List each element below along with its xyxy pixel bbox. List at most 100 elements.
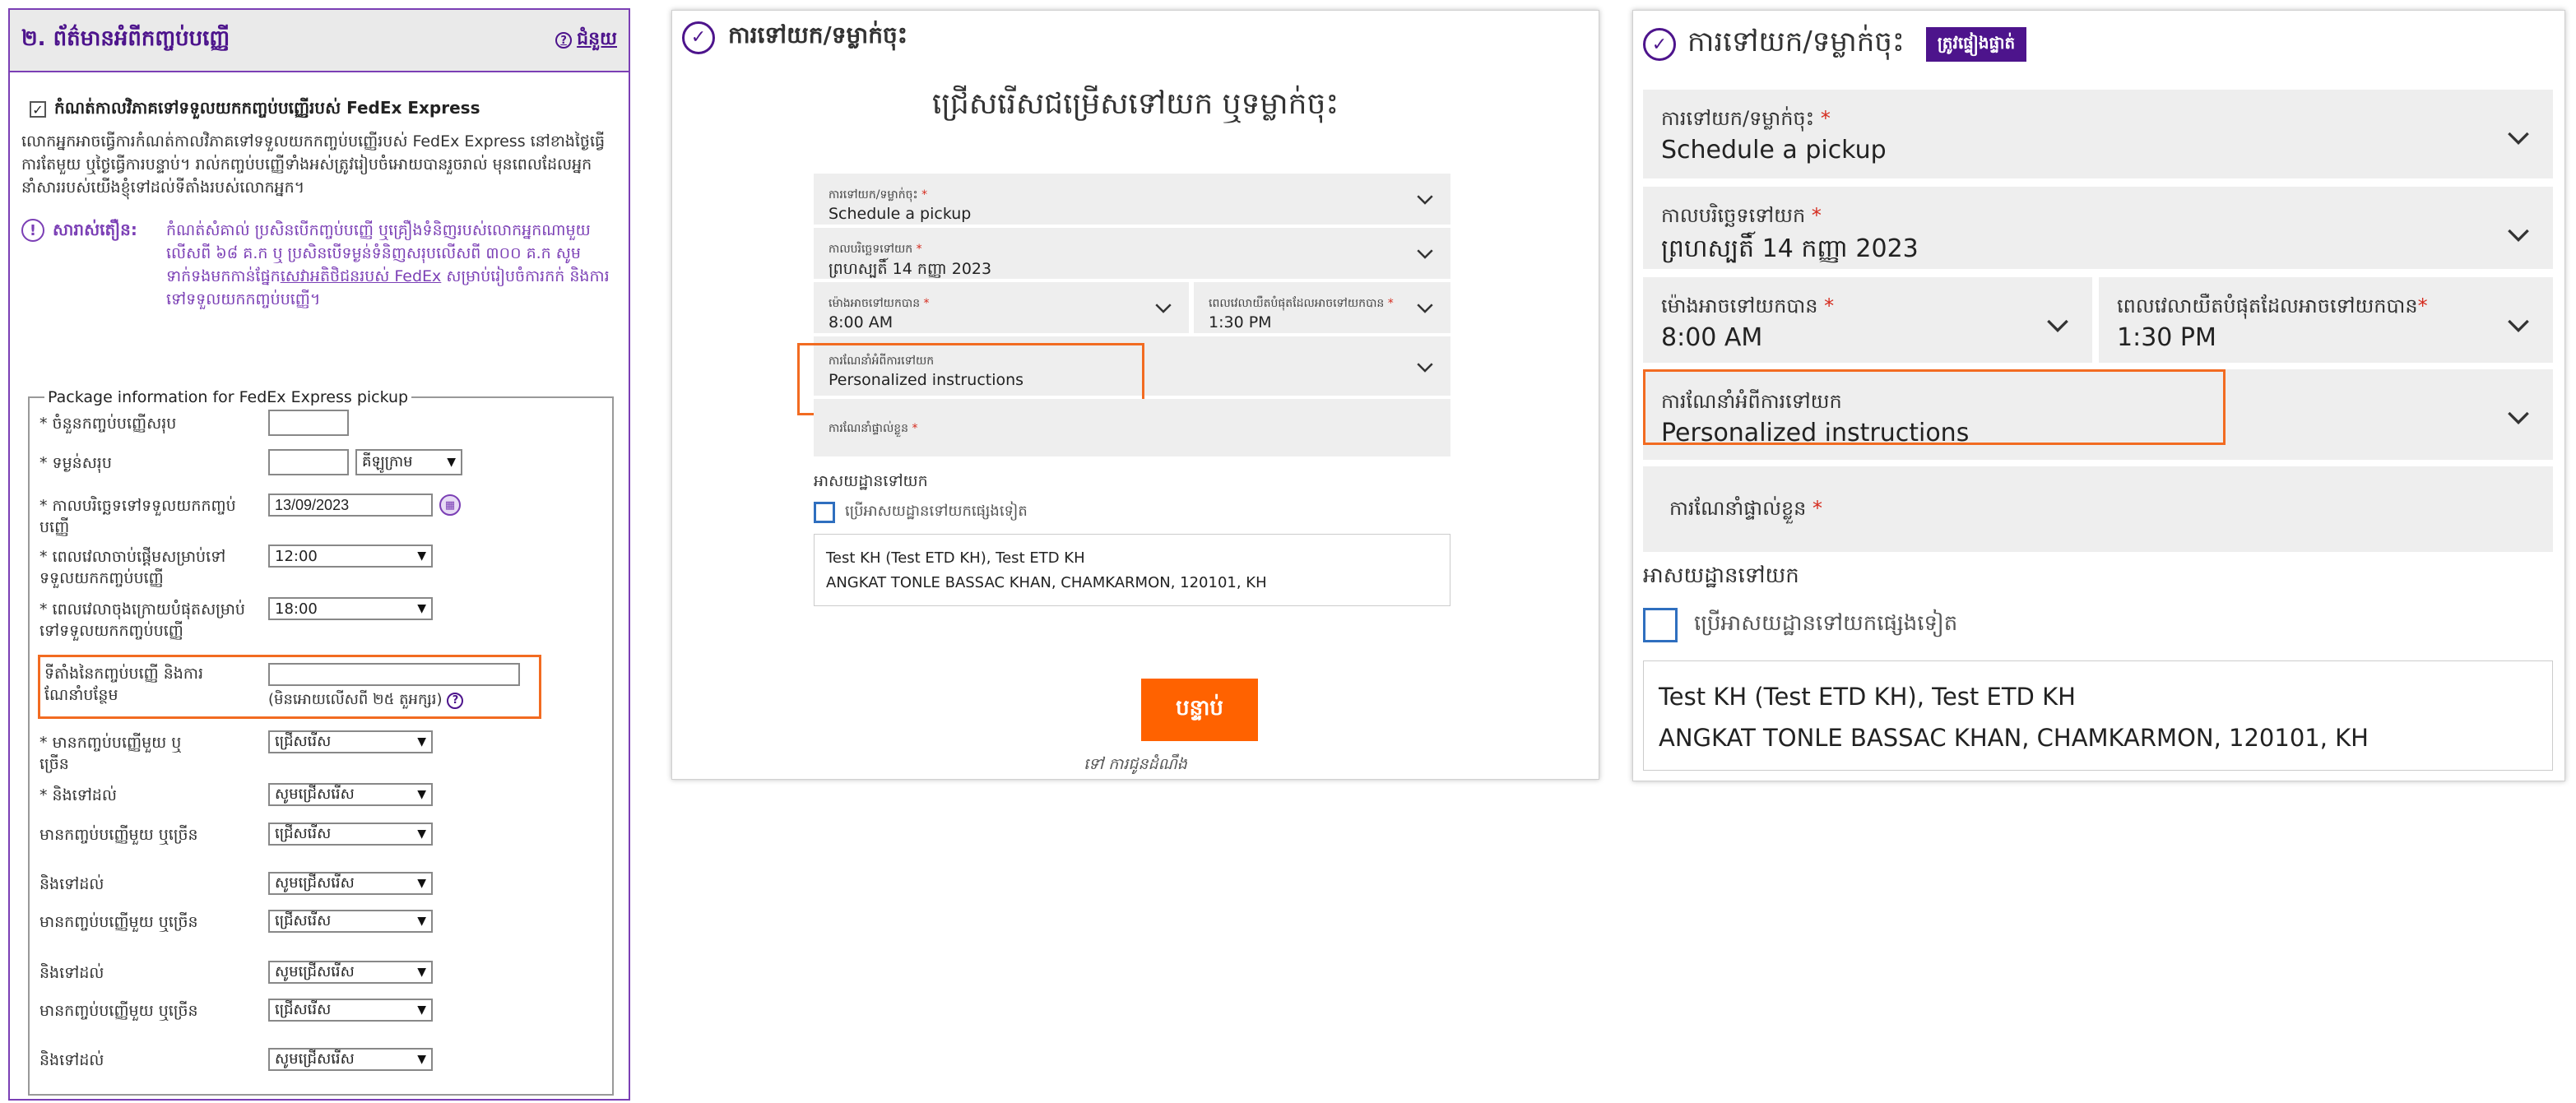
help-label: ជំនួយ (577, 29, 617, 49)
latest-time-select[interactable]: ពេលវេលាយឺតបំផុតដែលអាចទៅយកបាន * 1:30 PM (1194, 282, 1450, 333)
pickup-dropoff-panel: ✓ ការទៅយក/ទម្លាក់ចុះ ជ្រើសរើសជម្រើសទៅយក … (671, 10, 1599, 780)
dest3-label: និងទៅដល់ (39, 964, 104, 982)
field-label: ម៉ោងអាចទៅយកបាន * (1661, 294, 1834, 322)
chevron-down-icon (2508, 229, 2529, 243)
alt-address-label: ប្រើអាសយដ្ឋានទៅយកផ្សេងទៀត (845, 503, 1028, 520)
field-label: ការណែនាំផ្ទាល់ខ្លួន * (828, 420, 918, 438)
total-weight-row: * ទម្ងន់សរុប គីឡូក្រាម ▼ (39, 449, 599, 479)
location-hint-row: (មិនអោយលើសពី ២៥ តួអក្សរ)? (268, 689, 464, 711)
field-label-text: ម៉ោងអាចទៅយកបាន (828, 297, 921, 310)
field-label: កាលបរិច្ឆេទទៅយក * (1661, 203, 1822, 232)
ready-time-select[interactable]: 12:00 ▼ (268, 545, 433, 568)
calendar-icon[interactable]: ▦ (439, 494, 461, 516)
ready-time-select[interactable]: ម៉ោងអាចទៅយកបាន * 8:00 AM (814, 282, 1189, 333)
pickup-date-input[interactable] (268, 494, 433, 517)
address-line-1: Test KH (Test ETD KH), Test ETD KH (1659, 683, 2076, 711)
alt-address-row: ប្រើអាសយដ្ឋានទៅយកផ្សេងទៀត (1643, 608, 1957, 642)
section-title: ២. ព័ត៌មានអំពីកញ្ចប់បញ្ញើ (21, 26, 230, 51)
pickup-dropoff-select[interactable]: ការទៅយក/ទម្លាក់ចុះ * Schedule a pickup (1643, 90, 2553, 178)
field-label-text: កាលបរិច្ឆេទទៅយក (828, 243, 913, 256)
schedule-pickup-row: ✓ កំណត់កាលវិភាគទៅទទួលយកកញ្ចប់បញ្ញើរបស់ F… (30, 97, 629, 122)
alt-address-row: ប្រើអាសយដ្ឋានទៅយកផ្សេងទៀត (814, 501, 1028, 523)
field-value: 8:00 AM (1661, 323, 1763, 352)
chevron-down-icon: ▼ (417, 827, 426, 841)
field-label-text: ពេលវេលាយឺតបំផុតដែលអាចទៅយកបាន (2117, 294, 2418, 317)
customer-service-link[interactable]: សេវាអតិថិជនរបស់ FedEx (281, 267, 442, 285)
personal-instructions-field[interactable]: ការណែនាំផ្ទាល់ខ្លួន * (814, 399, 1450, 456)
warning-text: កំណត់សំគាល់ ប្រសិនបើកញ្ចប់បញ្ញើ ឬគ្រឿងទំ… (166, 219, 615, 311)
pickup-address-box: Test KH (Test ETD KH), Test ETD KH ANGKA… (1643, 660, 2553, 771)
chevron-down-icon: ▼ (417, 788, 426, 801)
field-value: Schedule a pickup (1661, 136, 1887, 165)
latest-time-select[interactable]: ពេលវេលាយឺតបំផុតដែលអាចទៅយកបាន* 1:30 PM (2099, 277, 2553, 363)
field-label: ការទៅយក/ទម្លាក់ចុះ * (1661, 106, 1831, 135)
pkg1-row: * មានកញ្ចប់បញ្ញើមួយ ឬច្រើន ជ្រើសរើស ▼ (39, 730, 599, 780)
pkg4-select[interactable]: ជ្រើសរើស ▼ (268, 999, 433, 1022)
address-line-1: Test KH (Test ETD KH), Test ETD KH (826, 549, 1085, 567)
dest2-select[interactable]: សូមជ្រើសរើស ▼ (268, 872, 433, 895)
pkg1-value: ជ្រើសរើស (275, 732, 332, 750)
location-input[interactable] (268, 663, 520, 686)
total-packages-label: * ចំនួនកញ្ចប់បញ្ញើសរុប (39, 415, 177, 433)
field-label-text: ម៉ោងអាចទៅយកបាន (1661, 294, 1818, 317)
field-label: ពេលវេលាយឺតបំផុតដែលអាចទៅយកបាន * (1209, 295, 1394, 313)
field-label-text: ការទៅយក/ទម្លាក់ចុះ (828, 188, 918, 202)
pickup-address-box: Test KH (Test ETD KH), Test ETD KH ANGKA… (814, 534, 1450, 606)
dest3-select[interactable]: សូមជ្រើសរើស ▼ (268, 961, 433, 984)
location-hint: (មិនអោយលើសពី ២៥ តួអក្សរ) (268, 691, 443, 708)
dest4-select[interactable]: សូមជ្រើសរើស ▼ (268, 1048, 433, 1071)
check-circle-icon: ✓ (682, 21, 715, 54)
exclamation-circle-icon: ! (21, 219, 44, 242)
dest1-label: * និងទៅដល់ (39, 786, 117, 804)
alt-address-checkbox[interactable] (814, 501, 835, 523)
alt-address-checkbox[interactable] (1643, 608, 1678, 642)
chevron-down-icon: ▼ (447, 456, 456, 469)
close-time-select[interactable]: 18:00 ▼ (268, 597, 433, 620)
field-label-text: ការណែនាំផ្ទាល់ខ្លួន (1669, 497, 1807, 520)
field-label-text: ការទៅយក/ទម្លាក់ចុះ (1661, 107, 1815, 130)
ready-time-select[interactable]: ម៉ោងអាចទៅយកបាន * 8:00 AM (1643, 277, 2092, 363)
pkg2-row: មានកញ្ចប់បញ្ញើមួយ ឬច្រើន ជ្រើសរើស ▼ (39, 823, 599, 869)
pickup-date-label: * កាលបរិច្ឆេទទៅទទួលយកកញ្ចប់បញ្ញើ (39, 497, 236, 536)
location-row: ទីតាំងនៃកញ្ចប់បញ្ញើ និងការណែនាំបន្ថែម (ម… (44, 663, 604, 712)
pkg2-value: ជ្រើសរើស (275, 824, 332, 842)
check-circle-icon: ✓ (1643, 28, 1676, 61)
pkg3-select[interactable]: ជ្រើសរើស ▼ (268, 910, 433, 933)
pkg1-label: * មានកញ្ចប់បញ្ញើមួយ ឬច្រើន (39, 734, 182, 773)
required-mark: * (1811, 204, 1822, 227)
pkg2-label: មានកញ្ចប់បញ្ញើមួយ ឬច្រើន (39, 826, 198, 844)
weight-unit-select[interactable]: គីឡូក្រាម ▼ (355, 449, 462, 475)
dest1-value: សូមជ្រើសរើស (275, 785, 355, 803)
chevron-down-icon (1417, 195, 1433, 205)
chevron-down-icon: ▼ (417, 915, 426, 928)
field-label: ការទៅយក/ទម្លាក់ចុះ * (828, 187, 927, 204)
dest1-select[interactable]: សូមជ្រើសរើស ▼ (268, 783, 433, 806)
dest4-value: សូមជ្រើសរើស (275, 1050, 355, 1068)
schedule-pickup-checkbox[interactable]: ✓ (30, 101, 46, 118)
chevron-down-icon (2047, 319, 2068, 333)
required-mark: * (1387, 297, 1394, 310)
pkg2-select[interactable]: ជ្រើសរើស ▼ (268, 823, 433, 846)
pickup-date-select[interactable]: កាលបរិច្ឆេទទៅយក * ព្រហស្បតិ៍ 14 កញ្ញា 20… (1643, 187, 2553, 269)
pickup-date-select[interactable]: កាលបរិច្ឆេទទៅយក * ព្រហស្បតិ៍ 14 កញ្ញា 20… (814, 228, 1450, 279)
chevron-down-icon: ▼ (417, 549, 426, 563)
back-link[interactable]: ទៅ ការជូនដំណឹង (672, 754, 1599, 777)
pickup-dropoff-select[interactable]: ការទៅយក/ទម្លាក់ចុះ * Schedule a pickup (814, 174, 1450, 225)
weight-unit-value: គីឡូក្រាម (362, 452, 413, 470)
dest1-row: * និងទៅដល់ សូមជ្រើសរើស ▼ (39, 783, 599, 808)
pkg4-value: ជ្រើសរើស (275, 1000, 332, 1018)
field-label-text: ពេលវេលាយឺតបំផុតដែលអាចទៅយកបាន (1209, 297, 1385, 310)
question-circle-icon: ? (555, 32, 573, 49)
total-packages-input[interactable] (268, 410, 349, 436)
legacy-pickup-form: ២. ព័ត៌មានអំពីកញ្ចប់បញ្ញើ ? ជំនួយ ✓ កំណត… (8, 8, 630, 1101)
total-weight-input[interactable] (268, 449, 349, 475)
question-circle-icon[interactable]: ? (447, 692, 464, 709)
help-link[interactable]: ? ជំនួយ (555, 27, 617, 53)
panel-header: ✓ ការទៅយក/ទម្លាក់ចុះ (682, 21, 907, 54)
chevron-down-icon (1417, 363, 1433, 373)
next-button[interactable]: បន្ទាប់ (1141, 679, 1258, 741)
pickup-date-row: * កាលបរិច្ឆេទទៅទទួលយកកញ្ចប់បញ្ញើ ▦ (39, 494, 599, 543)
location-label: ទីតាំងនៃកញ្ចប់បញ្ញើ និងការណែនាំបន្ថែម (44, 665, 203, 704)
pkg1-select[interactable]: ជ្រើសរើស ▼ (268, 730, 433, 753)
personal-instructions-field[interactable]: ការណែនាំផ្ទាល់ខ្លួន * (1643, 466, 2553, 552)
